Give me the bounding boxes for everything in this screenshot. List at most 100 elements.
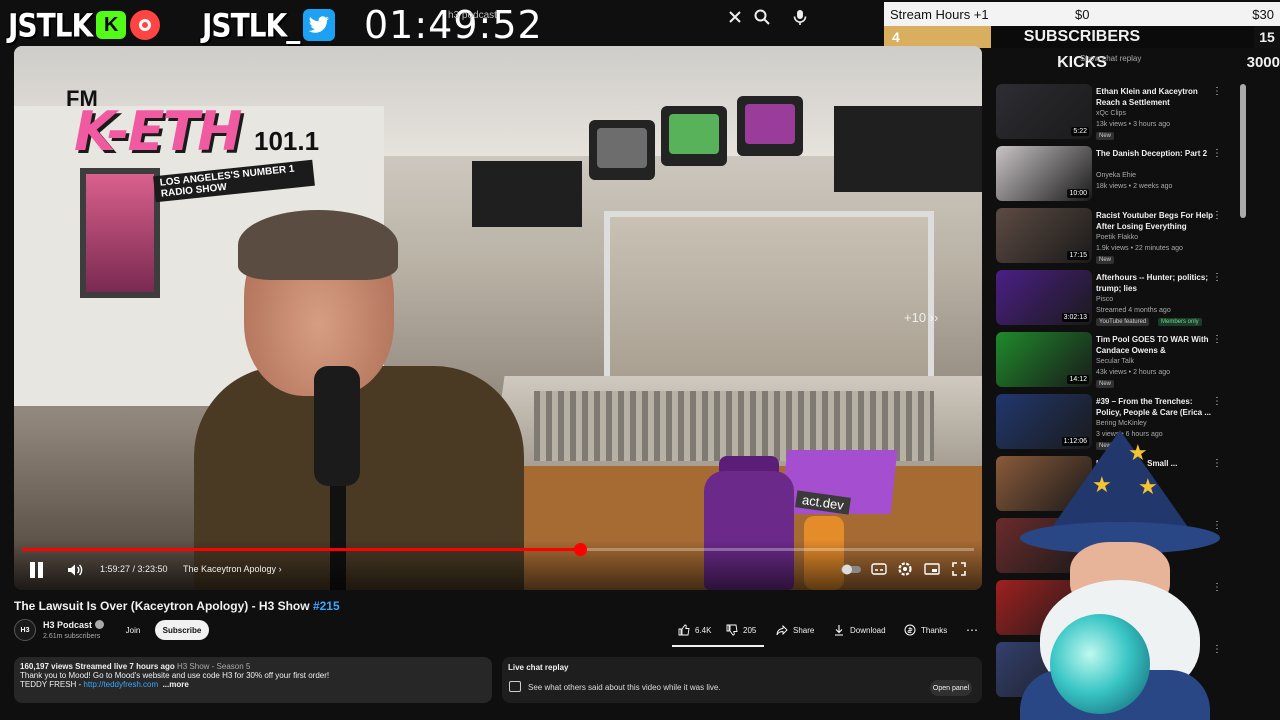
wizard-hat [1050, 430, 1190, 530]
show-chat-replay-link[interactable]: Show chat replay [1080, 54, 1141, 63]
members-only-badge: Members only [1158, 318, 1202, 326]
dislike-count: 205 [743, 625, 757, 635]
autoplay-toggle[interactable] [840, 560, 861, 578]
kicks-target: 3000 [1246, 54, 1280, 71]
video-title-text: The Lawsuit Is Over (Kaceytron Apology) … [14, 599, 313, 613]
video-title: The Lawsuit Is Over (Kaceytron Apology) … [14, 599, 340, 613]
clear-search-icon[interactable] [726, 8, 744, 26]
video-thumbnail[interactable]: 3:02:13 [996, 270, 1092, 325]
radio-name: K-ETH [74, 100, 243, 163]
host-hair [238, 210, 398, 280]
recommendation-title[interactable]: #39 – From the Trenches: Policy, People … [1096, 396, 1216, 418]
jstlk-twitter-logo: JSTLK_ [202, 6, 336, 44]
progress-bar[interactable] [22, 543, 974, 556]
more-vert-icon[interactable]: ⋮ [1212, 272, 1222, 283]
more-vert-icon[interactable]: ⋮ [1212, 86, 1222, 97]
radio-frequency: 101.1 [254, 126, 320, 156]
recommendation-channel[interactable]: Onyeka Ehie [1096, 172, 1136, 179]
subscribers-goal: SUBSCRIBERS 4 15 [884, 26, 1280, 48]
recommendation-title[interactable]: Ethan Klein and Kaceytron Reach a Settle… [1096, 86, 1216, 108]
video-thumbnail[interactable]: 5:22 [996, 84, 1092, 139]
kick-icon: K [96, 11, 127, 39]
more-vert-icon[interactable]: ⋮ [1212, 210, 1222, 221]
download-label: Download [850, 625, 886, 635]
recommendation-channel[interactable]: Secular Talk [1096, 358, 1134, 365]
more-vert-icon[interactable]: ⋮ [1212, 582, 1222, 593]
join-button[interactable]: Join [118, 620, 148, 640]
pause-button[interactable] [28, 562, 44, 578]
recommendation-meta: 13k views • 3 hours ago [1096, 121, 1171, 128]
recommendation-channel[interactable]: Bering McKinley [1096, 420, 1147, 427]
recommendation-meta: Streamed 4 months ago [1096, 307, 1171, 314]
live-chat-description: See what others said about this video wh… [528, 683, 721, 692]
video-scene-studio-window [604, 211, 934, 396]
recommendation-meta: 43k views • 2 hours ago [1096, 369, 1171, 376]
recommendation-item[interactable]: 14:12 Tim Pool GOES TO WAR With Candace O… [996, 332, 1240, 390]
channel-avatar[interactable]: H3 [14, 619, 36, 641]
monitor-1 [589, 120, 655, 180]
search-icon[interactable] [753, 8, 771, 26]
more-vert-icon[interactable]: ⋮ [1212, 148, 1222, 159]
chapter-button[interactable]: The Kaceytron Apology › [183, 564, 282, 574]
video-thumbnail[interactable]: 14:12 [996, 332, 1092, 387]
settings-gear-icon[interactable] [896, 560, 914, 578]
episode-hashtag[interactable]: #215 [313, 599, 340, 613]
subscribers-count: 4 [892, 29, 900, 45]
download-button[interactable]: Download [833, 620, 886, 640]
subscribe-button[interactable]: Subscribe [155, 620, 209, 640]
recommendation-item[interactable]: 5:22 Ethan Klein and Kaceytron Reach a Se… [996, 84, 1240, 142]
video-thumbnail[interactable]: 10:00 [996, 146, 1092, 201]
video-scene-microphone [314, 366, 360, 486]
recommendation-item[interactable]: 10:00 The Danish Deception: Part 2 Onyeka … [996, 146, 1240, 204]
crystal-ball [1050, 614, 1150, 714]
recommendation-channel[interactable]: xQc Clips [1096, 110, 1126, 117]
like-button[interactable]: 6.4K [678, 620, 711, 640]
miniplayer-icon[interactable] [923, 560, 941, 578]
video-player[interactable]: FM K-ETH 101.1 LOS ANGELES'S NUMBER 1 RA… [14, 46, 982, 590]
recommendation-title[interactable]: Tim Pool GOES TO WAR With Candace Owens … [1096, 334, 1216, 356]
more-actions-icon[interactable]: ⋯ [962, 620, 982, 640]
stream-hours-goal: Stream Hours +1 $0 $30 [884, 2, 1280, 26]
share-icon [776, 624, 788, 636]
channel-name-row[interactable]: H3 Podcast [43, 620, 105, 630]
monitor-3 [737, 96, 803, 156]
show-more-link[interactable]: ...more [163, 680, 189, 689]
recommendation-title[interactable]: The Danish Deception: Part 2 [1096, 148, 1216, 159]
search-input[interactable]: h3 podcast [448, 10, 497, 21]
series-link[interactable]: H3 Show - Season 5 [177, 662, 250, 671]
recommendation-item[interactable]: 3:02:13 Afterhours -- Hunter; politics; t… [996, 270, 1240, 328]
dislike-button[interactable]: 205 [726, 620, 756, 640]
progress-scrubber[interactable] [573, 543, 587, 556]
share-button[interactable]: Share [776, 620, 814, 640]
more-vert-icon[interactable]: ⋮ [1212, 644, 1222, 655]
more-vert-icon[interactable]: ⋮ [1212, 396, 1222, 407]
more-vert-icon[interactable]: ⋮ [1212, 334, 1222, 345]
like-divider [672, 645, 764, 647]
share-label: Share [793, 625, 815, 635]
chapter-title: The Kaceytron Apology [183, 564, 277, 574]
teddyfresh-link[interactable]: http://teddyfresh.com [83, 680, 158, 689]
thanks-button[interactable]: Thanks [904, 620, 947, 640]
recommendation-title[interactable]: Racist Youtuber Begs For Help After Losi… [1096, 210, 1216, 232]
video-thumbnail[interactable]: 17:15 [996, 208, 1092, 263]
video-duration: 10:00 [1067, 189, 1089, 198]
new-badge: New [1096, 256, 1115, 264]
sidebar-scrollbar[interactable] [1240, 84, 1246, 218]
open-panel-button[interactable]: Open panel [930, 680, 972, 696]
subtitles-icon[interactable] [870, 560, 888, 578]
microphone-icon[interactable] [791, 8, 809, 26]
channel-name[interactable]: H3 Podcast [43, 620, 92, 630]
jstlk-logo-text-2: JSTLK_ [202, 6, 300, 44]
recommendation-channel[interactable]: Pisco [1096, 296, 1113, 303]
more-vert-icon[interactable]: ⋮ [1212, 458, 1222, 469]
recommendation-item[interactable]: 17:15 Racist Youtuber Begs For Help After… [996, 208, 1240, 266]
recommendation-title[interactable]: Afterhours -- Hunter; politics; trump; l… [1096, 272, 1216, 294]
player-controls: 1:59:27 / 3:23:50 The Kaceytron Apology … [14, 540, 982, 590]
more-vert-icon[interactable]: ⋮ [1212, 520, 1222, 531]
volume-icon[interactable] [66, 561, 84, 579]
fullscreen-icon[interactable] [950, 560, 968, 578]
recommendation-channel[interactable]: Poetik Flakko [1096, 234, 1138, 241]
thumbs-down-icon [726, 624, 738, 636]
video-description[interactable]: 160,197 views Streamed live 7 hours ago … [14, 657, 492, 703]
video-duration: 14:12 [1067, 375, 1089, 384]
